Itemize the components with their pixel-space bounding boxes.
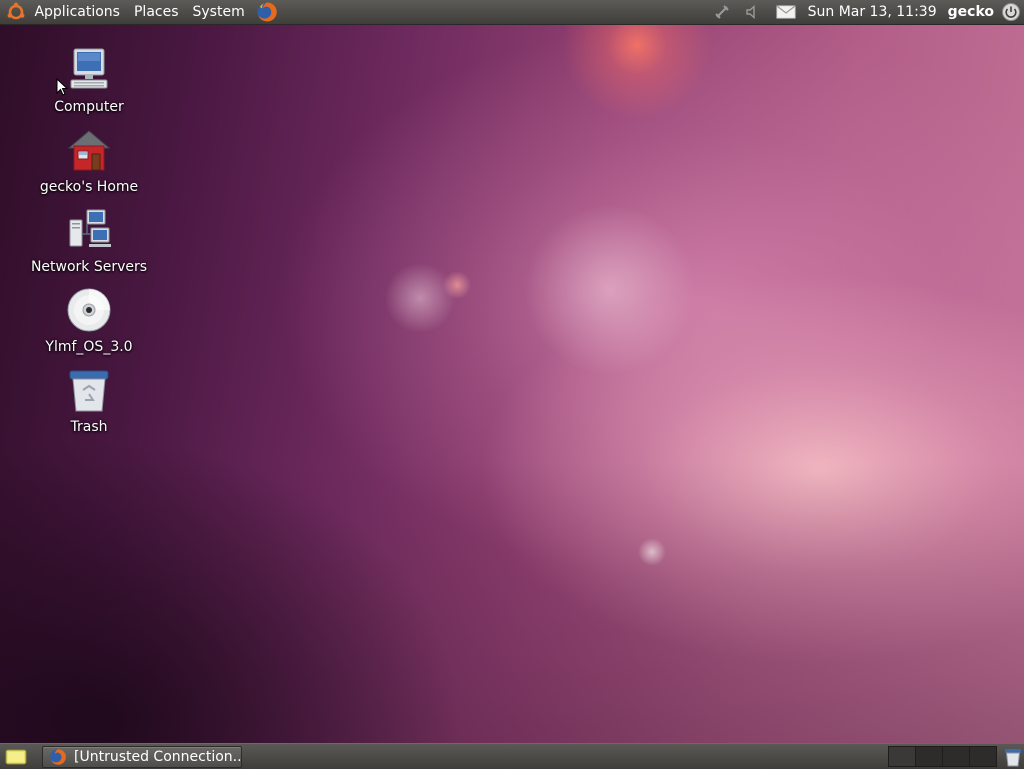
user-switcher[interactable]: gecko	[944, 0, 1000, 24]
network-disconnected-icon	[714, 5, 729, 19]
ubuntu-logo-icon	[7, 2, 25, 20]
mail-tray-button[interactable]	[775, 0, 797, 24]
clock[interactable]: Sun Mar 13, 11:39	[801, 0, 944, 24]
home-folder-icon	[67, 130, 111, 171]
taskbar-item-label: [Untrusted Connection...	[74, 748, 241, 765]
firefox-icon	[50, 748, 66, 765]
power-icon	[1002, 3, 1020, 21]
mail-icon	[776, 5, 796, 19]
firefox-icon	[257, 2, 277, 22]
power-button[interactable]	[1000, 0, 1022, 24]
main-menu-bar: Applications Places System	[0, 0, 282, 24]
trash-icon	[69, 370, 109, 412]
trash-applet-icon	[1005, 748, 1021, 766]
places-menu-label: Places	[133, 4, 179, 20]
applications-menu[interactable]: Applications	[0, 0, 127, 24]
workspace-3[interactable]	[942, 746, 970, 767]
workspace-2[interactable]	[915, 746, 943, 767]
desktop-icon-label: Trash	[70, 419, 108, 435]
desktop-icon-cd[interactable]: Ylmf_OS_3.0	[24, 286, 154, 356]
desktop-icon-label: Computer	[54, 99, 124, 115]
system-menu-label: System	[192, 4, 245, 20]
desktop-icon-label: gecko's Home	[39, 179, 139, 195]
system-tray: Sun Mar 13, 11:39 gecko	[707, 0, 1024, 24]
workspace-1[interactable]	[888, 746, 916, 767]
desktop-icon-network-servers[interactable]: Network Servers	[24, 206, 154, 276]
mouse-pointer-icon	[56, 78, 68, 96]
show-desktop-icon	[5, 749, 27, 764]
taskbar-item-firefox[interactable]: [Untrusted Connection...	[42, 745, 242, 768]
volume-icon	[745, 4, 755, 20]
network-servers-icon	[69, 209, 111, 247]
bottom-panel: [Untrusted Connection...	[0, 743, 1024, 769]
applications-menu-label: Applications	[34, 4, 120, 20]
desktop-icon-computer[interactable]: Computer	[24, 46, 154, 116]
computer-icon	[70, 48, 108, 89]
desktop-icon-label: Ylmf_OS_3.0	[45, 339, 133, 355]
places-menu[interactable]: Places	[127, 0, 186, 24]
desktop-icon-trash[interactable]: Trash	[24, 366, 154, 436]
cd-disc-icon	[67, 288, 111, 332]
workspace-4[interactable]	[969, 746, 997, 767]
firefox-launcher[interactable]	[252, 0, 282, 24]
show-desktop-button[interactable]	[2, 746, 30, 768]
top-panel: Applications Places System Sun Mar 13, 1…	[0, 0, 1024, 25]
volume-tray-button[interactable]	[741, 0, 763, 24]
system-menu[interactable]: System	[186, 0, 252, 24]
desktop-icon-label: Network Servers	[30, 259, 148, 275]
desktop-icon-home[interactable]: gecko's Home	[24, 126, 154, 196]
workspace-switcher	[888, 746, 997, 767]
network-tray-button[interactable]	[711, 0, 733, 24]
trash-applet[interactable]	[1002, 746, 1024, 768]
